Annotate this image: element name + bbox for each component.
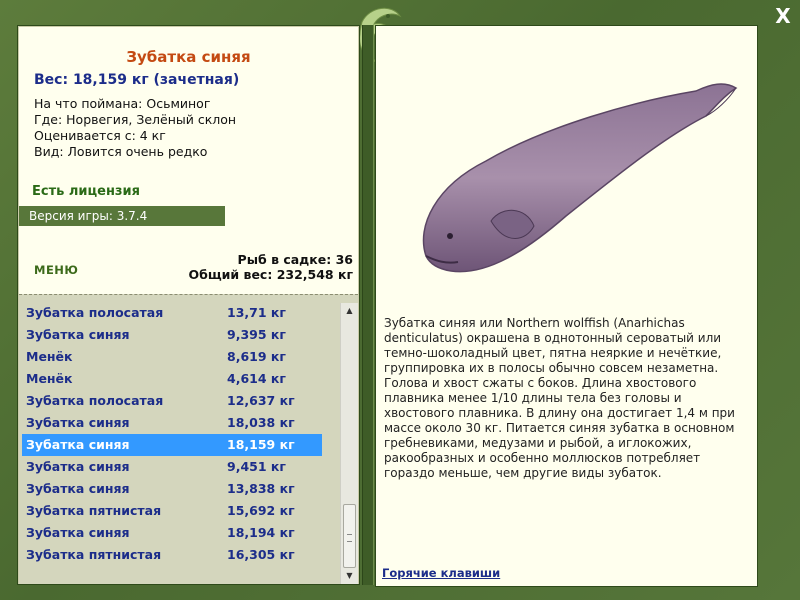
list-item[interactable]: Зубатка синяя 9,451 кг (22, 456, 322, 478)
list-item-name: Зубатка синяя (26, 415, 130, 430)
keepnet-stats: Рыб в садке: 36 Общий вес: 232,548 кг (189, 252, 354, 282)
fish-info: На что поймана: Осьминог Где: Норвегия, … (34, 96, 236, 160)
list-item[interactable]: Зубатка пятнистая 16,305 кг (22, 544, 322, 566)
list-item-weight: 4,614 кг (227, 371, 286, 386)
list-item-name: Зубатка полосатая (26, 393, 164, 408)
list-item-weight: 9,451 кг (227, 459, 286, 474)
version-bar: Версия игры: 3.7.4 (19, 206, 225, 226)
list-item[interactable]: Зубатка пятнистая 15,692 кг (22, 500, 322, 522)
scroll-down-arrow-icon[interactable]: ▼ (341, 568, 358, 584)
list-item-weight: 15,692 кг (227, 503, 295, 518)
info-line-rarity: Вид: Ловится очень редко (34, 144, 208, 159)
total-weight: Общий вес: 232,548 кг (188, 267, 354, 282)
scroll-grip-icon (347, 534, 352, 542)
list-item-name: Зубатка синяя (26, 437, 130, 452)
list-item-weight: 18,038 кг (227, 415, 295, 430)
license-status: Есть лицензия (32, 184, 140, 199)
right-panel: Зубатка синяя или Northern wolffish (Ana… (375, 25, 758, 587)
list-item-weight: 8,619 кг (227, 349, 286, 364)
list-item-weight: 16,305 кг (227, 547, 295, 562)
list-item-weight: 9,395 кг (227, 327, 286, 342)
fish-count: Рыб в садке: 36 (237, 252, 353, 267)
list-item[interactable]: Зубатка синяя 18,194 кг (22, 522, 322, 544)
list-item-name: Зубатка синяя (26, 327, 130, 342)
panel-divider (362, 25, 374, 585)
catch-list: Зубатка полосатая 13,71 кг Зубатка синяя… (19, 294, 358, 584)
list-item-name: Зубатка синяя (26, 525, 130, 540)
list-item[interactable]: Зубатка полосатая 12,637 кг (22, 390, 322, 412)
close-button[interactable]: X (771, 4, 795, 28)
scroll-thumb[interactable] (343, 504, 356, 568)
list-scrollbar[interactable]: ▲ ▼ (340, 303, 358, 584)
list-item-name: Зубатка пятнистая (26, 547, 162, 562)
list-item[interactable]: Зубатка синяя 9,395 кг (22, 324, 322, 346)
menu-button[interactable]: МЕНЮ (34, 263, 78, 277)
list-item-name: Зубатка синяя (26, 481, 130, 496)
list-item[interactable]: Менёк 4,614 кг (22, 368, 322, 390)
list-item-name: Зубатка синяя (26, 459, 130, 474)
fish-title: Зубатка синяя (126, 48, 251, 66)
list-item-weight: 13,838 кг (227, 481, 295, 496)
list-item[interactable]: Зубатка синяя 18,038 кг (22, 412, 322, 434)
list-item[interactable]: Зубатка синяя 13,838 кг (22, 478, 322, 500)
info-line-location: Где: Норвегия, Зелёный склон (34, 112, 237, 127)
list-item[interactable]: Менёк 8,619 кг (22, 346, 322, 368)
list-item-weight: 12,637 кг (227, 393, 295, 408)
info-line-bait: На что поймана: Осьминог (34, 96, 211, 111)
fish-image (406, 66, 746, 306)
list-item-name: Зубатка пятнистая (26, 503, 162, 518)
close-icon[interactable]: X (775, 4, 790, 28)
fish-description: Зубатка синяя или Northern wolffish (Ana… (384, 316, 735, 480)
list-item-weight: 13,71 кг (227, 305, 286, 320)
fish-weight: Вес: 18,159 кг (зачетная) (34, 72, 240, 88)
list-item-name: Менёк (26, 371, 73, 386)
info-line-min-weight: Оценивается с: 4 кг (34, 128, 166, 143)
list-item-name: Менёк (26, 349, 73, 364)
list-item[interactable]: Зубатка полосатая 13,71 кг (22, 302, 322, 324)
left-panel: Зубатка синяя Вес: 18,159 кг (зачетная) … (17, 25, 360, 585)
hotkeys-link[interactable]: Горячие клавиши (382, 566, 500, 580)
list-item-weight: 18,159 кг (227, 437, 295, 452)
list-item-name: Зубатка полосатая (26, 305, 164, 320)
list-item-weight: 18,194 кг (227, 525, 295, 540)
scroll-up-arrow-icon[interactable]: ▲ (341, 303, 358, 319)
list-item-selected[interactable]: Зубатка синяя 18,159 кг (22, 434, 322, 456)
